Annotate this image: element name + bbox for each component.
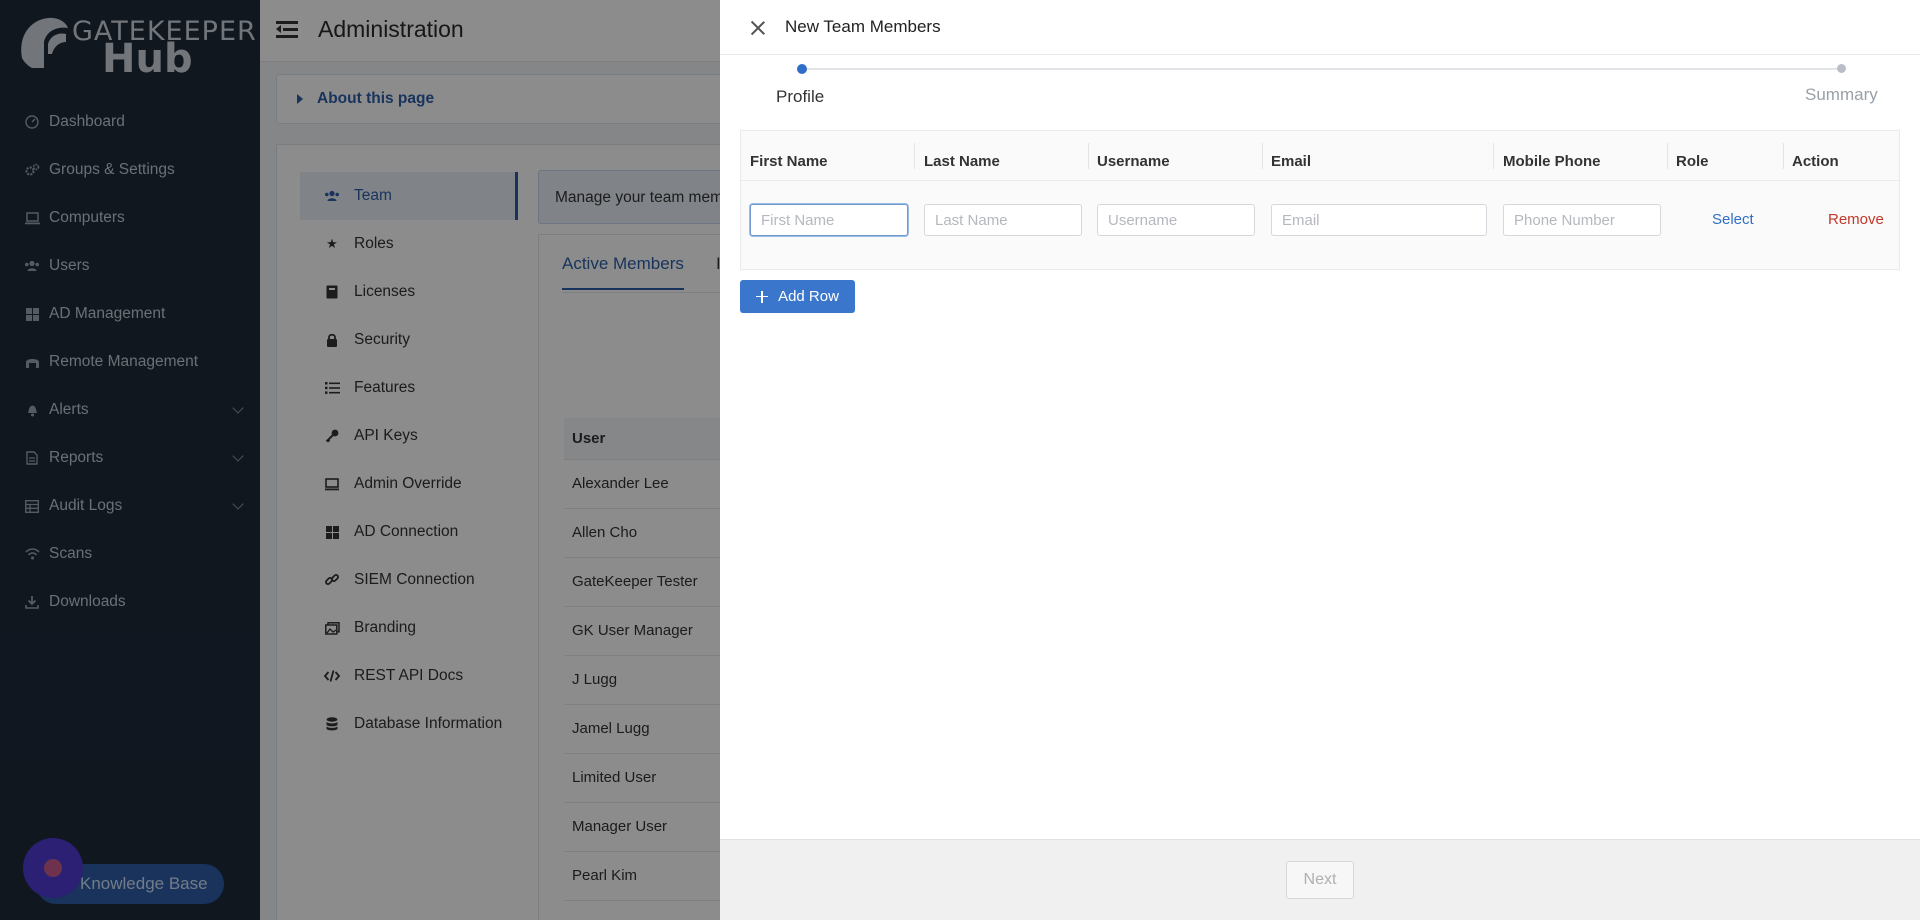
column-header: Mobile Phone: [1503, 153, 1601, 170]
last-name-input[interactable]: [924, 204, 1082, 236]
plus-icon: [756, 290, 769, 303]
step-label-profile: Profile: [776, 87, 825, 106]
add-row-label: Add Row: [778, 288, 839, 305]
step-label-summary: Summary: [1805, 85, 1878, 104]
column-divider: [1262, 143, 1263, 169]
steps-progress-line: [802, 68, 1842, 70]
first-name-input[interactable]: [750, 204, 908, 236]
drawer-footer: Next: [720, 839, 1920, 920]
column-header: Last Name: [924, 153, 1000, 170]
column-divider: [914, 143, 915, 169]
column-header: Action: [1792, 153, 1839, 170]
new-team-members-drawer: New Team Members Profile Summary First N…: [720, 0, 1920, 920]
column-divider: [1493, 143, 1494, 169]
remove-row-link[interactable]: Remove: [1828, 211, 1884, 228]
role-select-link[interactable]: Select: [1712, 211, 1754, 228]
username-input[interactable]: [1097, 204, 1255, 236]
column-header: Email: [1271, 153, 1312, 170]
next-button[interactable]: Next: [1286, 861, 1354, 899]
column-divider: [1667, 143, 1668, 169]
drawer-title: New Team Members: [785, 17, 941, 36]
add-row-button[interactable]: Add Row: [740, 280, 855, 313]
column-divider: [1088, 143, 1089, 169]
step-dot-profile: [797, 64, 807, 74]
modal-backdrop[interactable]: [0, 0, 720, 920]
new-members-table-header: First Name Last Name Username Email Mobi…: [741, 131, 1899, 181]
new-members-table: First Name Last Name Username Email Mobi…: [740, 130, 1900, 270]
column-header: Username: [1097, 153, 1170, 170]
email-input[interactable]: [1271, 204, 1487, 236]
phone-number-input[interactable]: [1503, 204, 1661, 236]
column-divider: [1783, 143, 1784, 169]
column-header: First Name: [750, 153, 828, 170]
drawer-header: New Team Members: [720, 0, 1920, 55]
close-icon[interactable]: [750, 20, 766, 36]
column-header: Role: [1676, 153, 1709, 170]
step-dot-summary: [1837, 64, 1846, 73]
